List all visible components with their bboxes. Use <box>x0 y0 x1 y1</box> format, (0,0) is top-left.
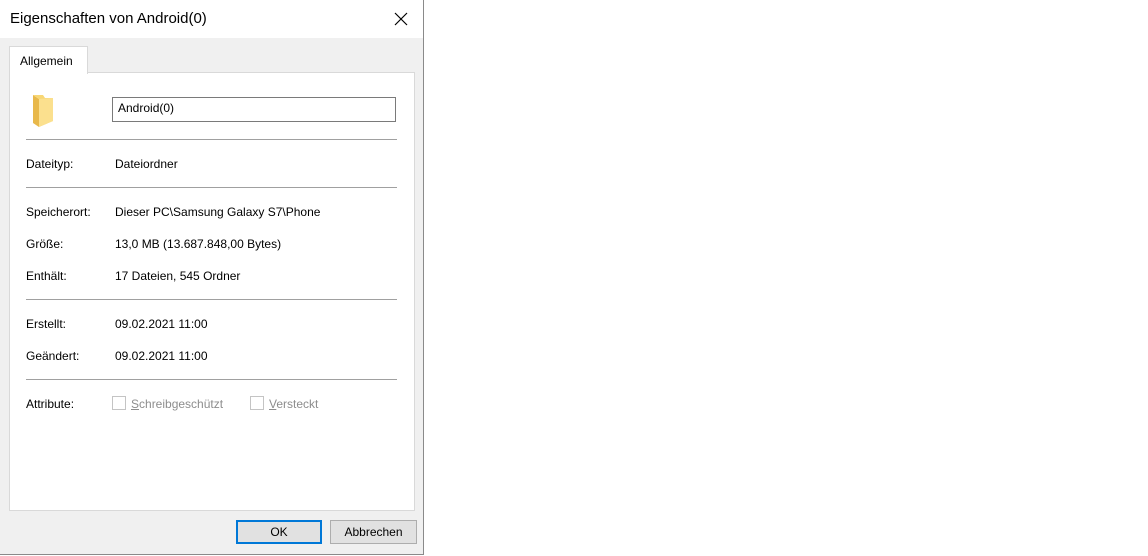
location-value: Dieser PC\Samsung Galaxy S7\Phone <box>115 205 321 219</box>
size-label: Größe: <box>26 237 64 251</box>
readonly-label[interactable]: Schreibgeschützt <box>131 397 223 411</box>
cancel-button[interactable]: Abbrechen <box>330 520 417 544</box>
title-bar: Eigenschaften von Android(0) <box>0 0 423 38</box>
hidden-label[interactable]: Versteckt <box>269 397 318 411</box>
file-type-label: Dateityp: <box>26 157 74 171</box>
modified-label: Geändert: <box>26 349 80 363</box>
separator <box>26 139 397 140</box>
attributes-label: Attribute: <box>26 397 75 411</box>
window-title: Eigenschaften von Android(0) <box>10 10 207 27</box>
separator <box>26 187 397 188</box>
cancel-button-label: Abbrechen <box>344 525 403 539</box>
ok-button[interactable]: OK <box>236 520 322 544</box>
created-label: Erstellt: <box>26 317 67 331</box>
contains-value: 17 Dateien, 545 Ordner <box>115 269 241 283</box>
separator <box>26 299 397 300</box>
properties-dialog: Eigenschaften von Android(0) Allgemein A… <box>0 0 424 555</box>
tab-allgemein[interactable]: Allgemein <box>9 46 88 74</box>
contains-label: Enthält: <box>26 269 67 283</box>
close-button[interactable] <box>378 0 423 38</box>
location-label: Speicherort: <box>26 205 91 219</box>
separator <box>26 379 397 380</box>
tab-label: Allgemein <box>20 54 73 68</box>
readonly-checkbox[interactable] <box>112 396 126 410</box>
folder-icon <box>33 95 53 127</box>
tab-panel-general: Android(0) Dateityp: Dateiordner Speiche… <box>9 72 415 511</box>
file-type-value: Dateiordner <box>115 157 178 171</box>
folder-name-field[interactable]: Android(0) <box>112 97 396 122</box>
size-value: 13,0 MB (13.687.848,00 Bytes) <box>115 237 282 251</box>
hidden-checkbox[interactable] <box>250 396 264 410</box>
modified-value: 09.02.2021 11:00 <box>115 349 208 363</box>
close-icon <box>394 12 407 26</box>
created-value: 09.02.2021 11:00 <box>115 317 208 331</box>
ok-button-label: OK <box>270 525 288 539</box>
